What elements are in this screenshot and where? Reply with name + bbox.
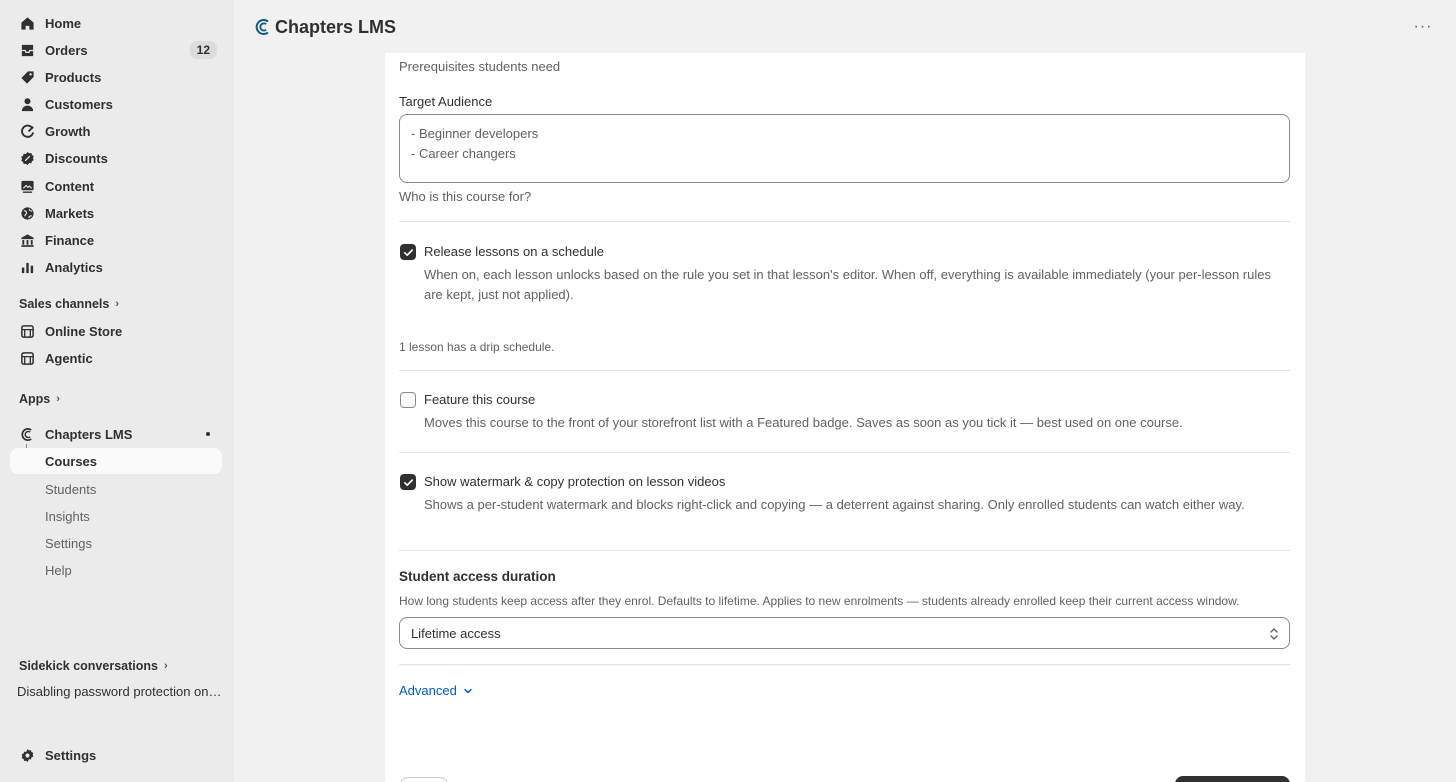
chapters-logo-icon	[255, 19, 269, 35]
checkmark-icon	[403, 248, 413, 256]
course-settings-card: Prerequisites students need Target Audie…	[385, 53, 1305, 782]
chevron-right-icon: ›	[56, 393, 60, 405]
sidebar-item-help[interactable]: Help	[10, 557, 222, 583]
drip-schedule-note: 1 lesson has a drip schedule.	[399, 340, 555, 354]
pin-dot-icon	[206, 432, 210, 436]
sidebar-item-label: Growth	[45, 123, 91, 139]
sidebar-item-insights[interactable]: Insights	[10, 503, 222, 529]
feature-course-help: Moves this course to the front of your s…	[424, 415, 1183, 430]
sidebar-item-growth[interactable]: Growth	[10, 118, 222, 144]
sidebar-item-label: Online Store	[45, 323, 123, 339]
sidebar-item-label: Products	[45, 69, 102, 85]
target-audience-help: Who is this course for?	[399, 189, 532, 204]
feature-course-label[interactable]: Feature this course	[424, 392, 535, 407]
sidebar-item-orders[interactable]: Orders 12	[10, 37, 222, 63]
sidebar-item-courses[interactable]: Courses	[10, 448, 222, 474]
sidebar-item-label: Orders	[45, 42, 88, 58]
release-schedule-help: When on, each lesson unlocks based on th…	[424, 267, 1271, 302]
app-header: Chapters LMS ···	[234, 0, 1456, 54]
sidebar-item-home[interactable]: Home	[10, 10, 222, 36]
sidebar-item-label: Home	[45, 15, 82, 31]
sidekick-conversation-item[interactable]: Disabling password protection on the onl…	[17, 684, 222, 699]
sidebar-item-discounts[interactable]: Discounts	[10, 145, 222, 171]
sidekick-heading[interactable]: Sidekick conversations ›	[19, 657, 168, 675]
sidebar-item-analytics[interactable]: Analytics	[10, 254, 222, 280]
sidebar-item-settings[interactable]: Settings	[10, 742, 222, 768]
divider	[399, 452, 1290, 453]
sidebar-item-label: Analytics	[45, 259, 103, 275]
sidebar-item-products[interactable]: Products	[10, 64, 222, 90]
divider	[399, 550, 1290, 551]
sidebar-item-label: Settings	[45, 747, 97, 763]
sidebar-item-label: Customers	[45, 96, 113, 112]
chevron-right-icon: ›	[115, 298, 119, 310]
sidebar-item-customers[interactable]: Customers	[10, 91, 222, 117]
sidebar-item-label: Finance	[45, 232, 95, 248]
advanced-toggle[interactable]: Advanced	[399, 683, 473, 698]
watermark-help: Shows a per-student watermark and blocks…	[424, 497, 1245, 512]
access-duration-title: Student access duration	[399, 569, 556, 584]
gear-icon	[19, 747, 35, 763]
release-schedule-checkbox[interactable]	[400, 244, 416, 260]
sidebar-item-label: Content	[45, 178, 95, 194]
home-icon	[19, 15, 35, 31]
sidebar-item-content[interactable]: Content	[10, 173, 222, 199]
access-duration-help: How long students keep access after they…	[399, 594, 1240, 608]
checkmark-icon	[403, 478, 413, 486]
sidebar-item-online-store[interactable]: Online Store	[10, 318, 222, 344]
target-audience-textarea[interactable]: - Beginner developers - Career changers	[399, 114, 1290, 183]
bank-icon	[19, 232, 35, 248]
store-icon	[19, 323, 35, 339]
page-title: Chapters LMS	[275, 17, 397, 37]
sidebar-item-label: Discounts	[45, 150, 108, 166]
divider	[399, 221, 1290, 222]
select-arrows-icon	[1270, 628, 1278, 640]
sidebar-item-students[interactable]: Students	[10, 476, 222, 502]
person-icon	[19, 96, 35, 112]
content-icon	[19, 178, 35, 194]
bar-chart-icon	[19, 259, 35, 275]
sidebar-item-label: Agentic	[45, 350, 93, 366]
access-duration-select[interactable]: Lifetime access	[399, 617, 1290, 649]
divider	[399, 664, 1290, 665]
sidebar: Home Orders 12 Products Customers Growth…	[0, 0, 234, 782]
primary-action-button[interactable]	[1175, 776, 1290, 782]
secondary-action-button[interactable]	[400, 777, 448, 782]
sidebar-item-finance[interactable]: Finance	[10, 227, 222, 253]
more-actions-button[interactable]: ···	[1412, 16, 1434, 38]
watermark-checkbox[interactable]	[400, 474, 416, 490]
watermark-label[interactable]: Show watermark & copy protection on less…	[424, 474, 725, 489]
feature-course-checkbox[interactable]	[400, 392, 416, 408]
sidebar-item-agentic[interactable]: Agentic	[10, 345, 222, 371]
sidebar-item-app-settings[interactable]: Settings	[10, 530, 222, 556]
discount-icon	[19, 150, 35, 166]
sidebar-item-markets[interactable]: Markets	[10, 200, 222, 226]
chapters-logo-icon	[19, 426, 35, 442]
prerequisites-help: Prerequisites students need	[399, 59, 561, 74]
sales-channels-heading[interactable]: Sales channels ›	[19, 295, 119, 313]
chevron-right-icon: ›	[163, 660, 168, 672]
divider	[399, 370, 1290, 371]
orders-icon	[19, 42, 35, 58]
target-audience-label: Target Audience	[399, 94, 493, 109]
chevron-down-icon	[464, 688, 472, 693]
sidebar-item-label: Chapters LMS	[45, 426, 133, 442]
growth-icon	[19, 123, 35, 139]
orders-count-badge: 12	[189, 41, 217, 59]
apps-heading[interactable]: Apps ›	[19, 390, 60, 408]
sidebar-item-label: Markets	[45, 205, 95, 221]
globe-icon	[19, 205, 35, 221]
release-schedule-label[interactable]: Release lessons on a schedule	[424, 244, 604, 259]
store-icon	[19, 350, 35, 366]
sidebar-item-chapters-lms[interactable]: Chapters LMS	[10, 421, 222, 447]
tag-icon	[19, 69, 35, 85]
